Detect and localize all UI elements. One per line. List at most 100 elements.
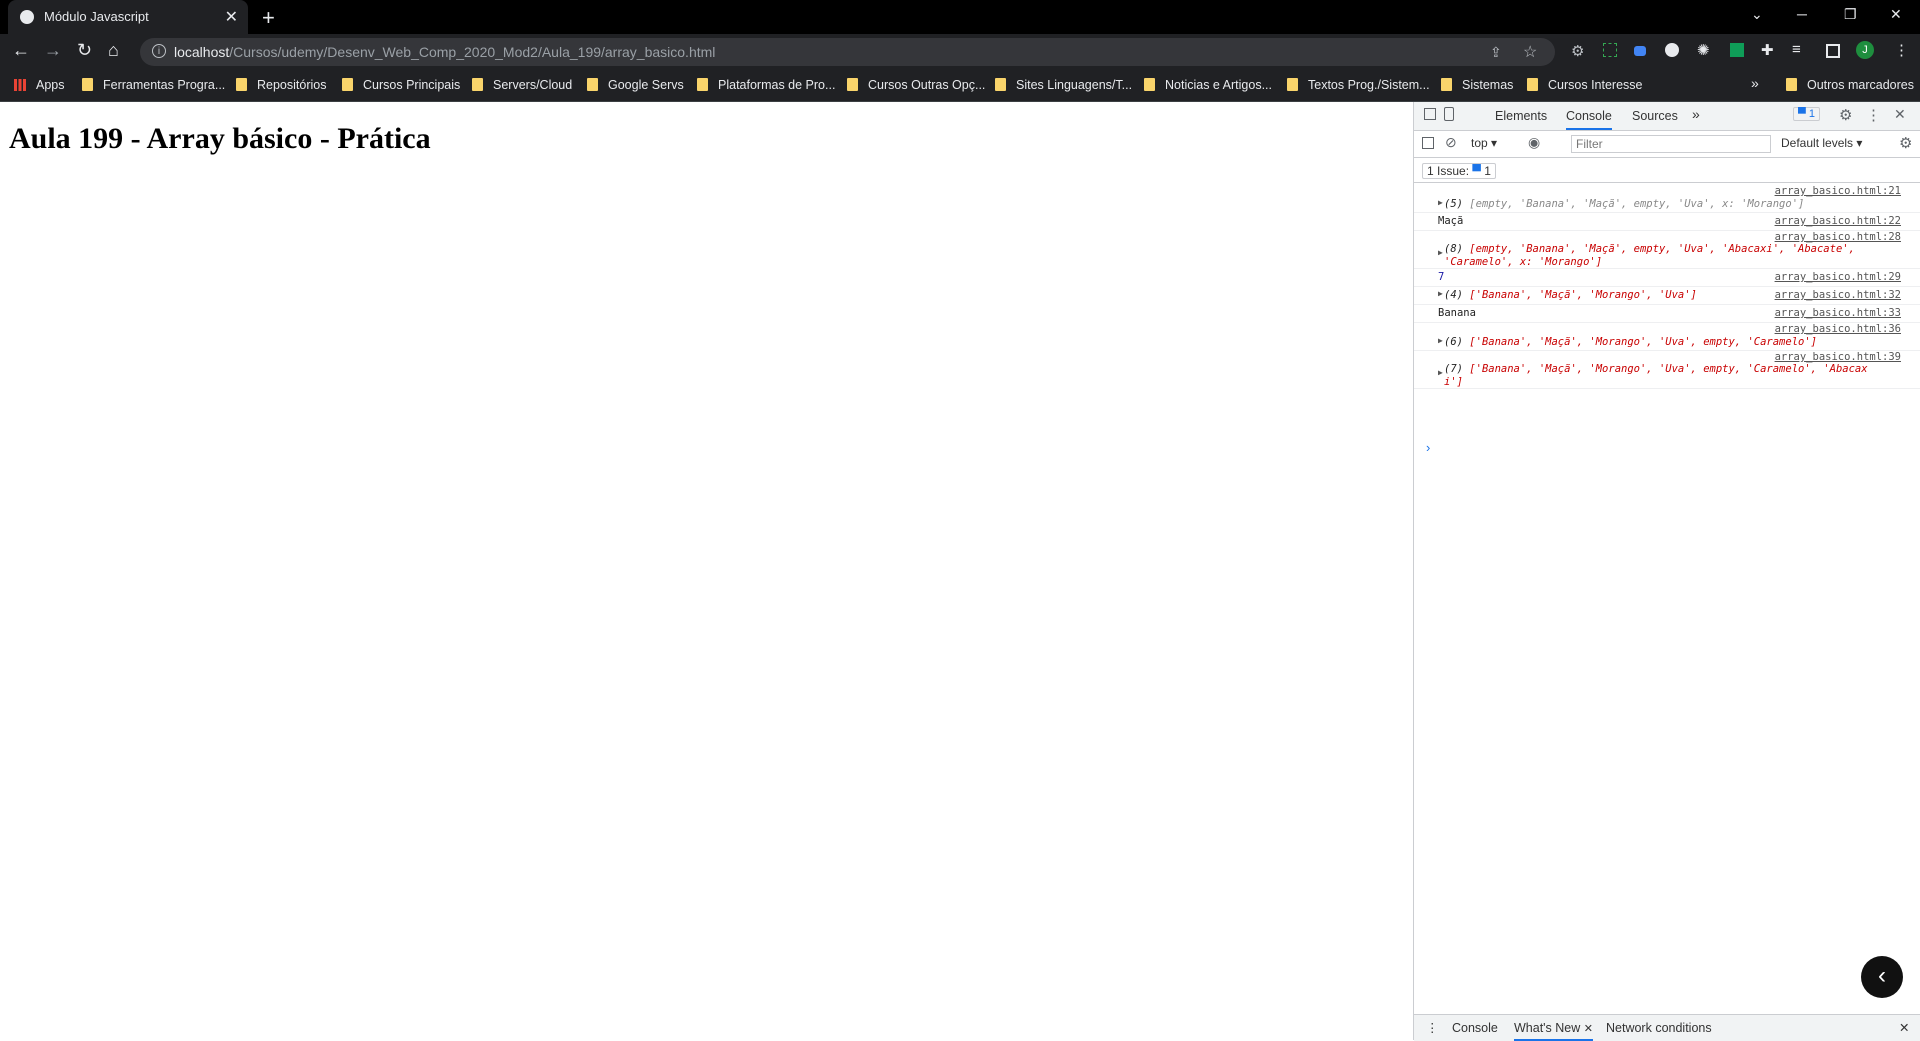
drawer-tab-network-conditions[interactable]: Network conditions (1606, 1021, 1712, 1035)
log-number: 7 (1438, 271, 1445, 283)
extension-circle-icon[interactable] (1665, 43, 1679, 57)
address-bar[interactable]: i localhost/Cursos/udemy/Desenv_Web_Comp… (140, 38, 1555, 66)
bookmark-folder[interactable]: Repositórios (236, 78, 326, 92)
context-select[interactable]: top ▾ (1471, 136, 1497, 150)
close-tab-icon[interactable]: ✕ (225, 7, 238, 27)
site-info-icon[interactable]: i (152, 44, 166, 58)
source-link[interactable]: array_basico.html:29 (1775, 271, 1901, 283)
bookmark-folder[interactable]: Ferramentas Progra... (82, 78, 225, 92)
issues-counter[interactable]: ▀ 1 (1793, 107, 1820, 121)
new-tab-button[interactable]: + (262, 5, 275, 31)
console-message[interactable]: array_basico.html:32 ▶ (4) ['Banana', 'Ma… (1414, 286, 1920, 305)
clear-console-icon[interactable]: ⊘ (1445, 134, 1457, 151)
bookmark-folder[interactable]: Textos Prog./Sistem... (1287, 78, 1430, 92)
puzzle-extensions-icon[interactable]: ✚ (1761, 41, 1777, 59)
drawer-menu-icon[interactable]: ⋮ (1426, 1020, 1439, 1035)
window-close-button[interactable]: ✕ (1890, 6, 1902, 23)
console-settings-icon[interactable]: ⚙ (1899, 134, 1912, 152)
log-text: ▶ (8) [empty, 'Banana', 'Maçã', empty, 'U… (1438, 243, 1855, 257)
folder-icon (995, 78, 1006, 91)
tab-elements[interactable]: Elements (1495, 109, 1547, 123)
devtools-drawer: ⋮ Console What's New ✕ Network condition… (1414, 1014, 1920, 1041)
bookmark-folder[interactable]: Noticias e Artigos... (1144, 78, 1272, 92)
react-devtools-icon[interactable]: ✺ (1697, 41, 1713, 59)
tab-console[interactable]: Console (1566, 109, 1612, 130)
tab-title: Módulo Javascript (44, 9, 149, 24)
live-expression-eye-icon[interactable]: ◉ (1528, 134, 1540, 151)
log-text: Maçã (1438, 215, 1464, 227)
drawer-tab-console[interactable]: Console (1452, 1021, 1498, 1035)
extension-blue-icon[interactable] (1634, 46, 1646, 56)
profile-avatar[interactable]: J (1856, 41, 1874, 59)
source-link[interactable]: array_basico.html:39 (1775, 351, 1901, 363)
tab-sources[interactable]: Sources (1632, 109, 1678, 123)
folder-icon (1527, 78, 1538, 91)
console-toolbar: ⊘ top ▾ ◉ Filter Default levels ▾ ⚙ (1414, 131, 1920, 158)
source-link[interactable]: array_basico.html:32 (1775, 289, 1901, 301)
close-icon[interactable]: ✕ (1584, 1023, 1593, 1035)
other-bookmarks[interactable]: Outros marcadores (1786, 78, 1914, 92)
console-message[interactable]: array_basico.html:21 ▶ (5) [empty, 'Banan… (1414, 184, 1920, 213)
log-text-continued: 'Caramelo', x: 'Morango'] (1444, 256, 1603, 268)
media-queue-icon[interactable]: ≡ (1792, 41, 1808, 58)
console-prompt[interactable]: › (1426, 440, 1430, 455)
restore-button[interactable]: ❐ (1844, 6, 1857, 23)
bookmark-folder[interactable]: Sistemas (1441, 78, 1513, 92)
console-message: array_basico.html:33 Banana (1414, 304, 1920, 323)
console-message[interactable]: array_basico.html:36 ▶ (6) ['Banana', 'Ma… (1414, 322, 1920, 351)
device-toolbar-icon[interactable] (1444, 107, 1454, 121)
console-message[interactable]: array_basico.html:28 ▶ (8) [empty, 'Banan… (1414, 230, 1920, 269)
folder-icon (236, 78, 247, 91)
drawer-tab-whats-new[interactable]: What's New ✕ (1514, 1021, 1593, 1041)
minimize-button[interactable]: ─ (1797, 6, 1807, 22)
bookmark-folder[interactable]: Cursos Principais (342, 78, 460, 92)
screenshot-extension-icon[interactable] (1603, 43, 1617, 57)
log-levels-select[interactable]: Default levels ▾ (1781, 136, 1862, 150)
bookmark-folder[interactable]: Plataformas de Pro... (697, 78, 835, 92)
console-message: array_basico.html:29 7 (1414, 268, 1920, 287)
close-devtools-icon[interactable]: ✕ (1894, 106, 1906, 123)
log-text: ▶ (4) ['Banana', 'Maçã', 'Morango', 'Uva'… (1438, 289, 1697, 301)
folder-icon (82, 78, 93, 91)
back-button[interactable]: ← (12, 40, 30, 61)
extension-green-icon[interactable] (1730, 43, 1744, 57)
log-text-continued: i'] (1444, 376, 1463, 388)
log-text: Banana (1438, 307, 1476, 319)
expand-arrow-icon: ▶ (1438, 368, 1443, 377)
side-panel-icon[interactable] (1826, 44, 1840, 58)
bookmark-folder[interactable]: Google Servs (587, 78, 684, 92)
share-icon[interactable]: ⇪ (1490, 44, 1502, 61)
home-button[interactable]: ⌂ (108, 40, 119, 61)
devtools-menu-icon[interactable]: ⋮ (1866, 106, 1881, 124)
bookmark-folder[interactable]: Cursos Outras Opç... (847, 78, 985, 92)
issues-link[interactable]: 1 Issue: ▀ 1 (1422, 163, 1496, 179)
inspect-element-icon[interactable] (1424, 108, 1436, 120)
close-drawer-icon[interactable]: ✕ (1899, 1020, 1909, 1035)
sidebar-toggle-icon[interactable] (1422, 137, 1434, 149)
source-link[interactable]: array_basico.html:33 (1775, 307, 1901, 319)
source-link[interactable]: array_basico.html:36 (1775, 323, 1901, 335)
bookmark-folder[interactable]: Servers/Cloud (472, 78, 572, 92)
settings-gear-icon[interactable]: ⚙ (1839, 106, 1852, 124)
filter-input[interactable]: Filter (1571, 135, 1771, 153)
tab-search-button[interactable]: ⌄ (1751, 6, 1763, 23)
source-link[interactable]: array_basico.html:21 (1775, 185, 1901, 197)
gear-extension-icon[interactable]: ⚙ (1571, 42, 1587, 60)
reload-button[interactable]: ↻ (77, 40, 92, 61)
bookmark-star-icon[interactable]: ☆ (1523, 42, 1537, 62)
browser-tab[interactable]: Módulo Javascript ✕ (8, 0, 248, 34)
source-link[interactable]: array_basico.html:22 (1775, 215, 1901, 227)
chrome-menu-icon[interactable]: ⋮ (1894, 41, 1910, 59)
folder-icon (1786, 78, 1797, 91)
more-tabs-icon[interactable]: » (1692, 106, 1700, 122)
forward-button[interactable]: → (44, 40, 62, 61)
console-message[interactable]: array_basico.html:39 ▶ (7) ['Banana', 'Ma… (1414, 350, 1920, 389)
console-message: array_basico.html:22 Maçã (1414, 212, 1920, 231)
bookmark-apps[interactable]: Apps (14, 78, 65, 92)
bookmark-folder[interactable]: Sites Linguagens/T... (995, 78, 1132, 92)
folder-icon (342, 78, 353, 91)
source-link[interactable]: array_basico.html:28 (1775, 231, 1901, 243)
bookmark-folder[interactable]: Cursos Interesse (1527, 78, 1642, 92)
floating-back-button[interactable]: ‹ (1861, 956, 1903, 998)
bookmarks-overflow-button[interactable]: » (1751, 75, 1759, 91)
